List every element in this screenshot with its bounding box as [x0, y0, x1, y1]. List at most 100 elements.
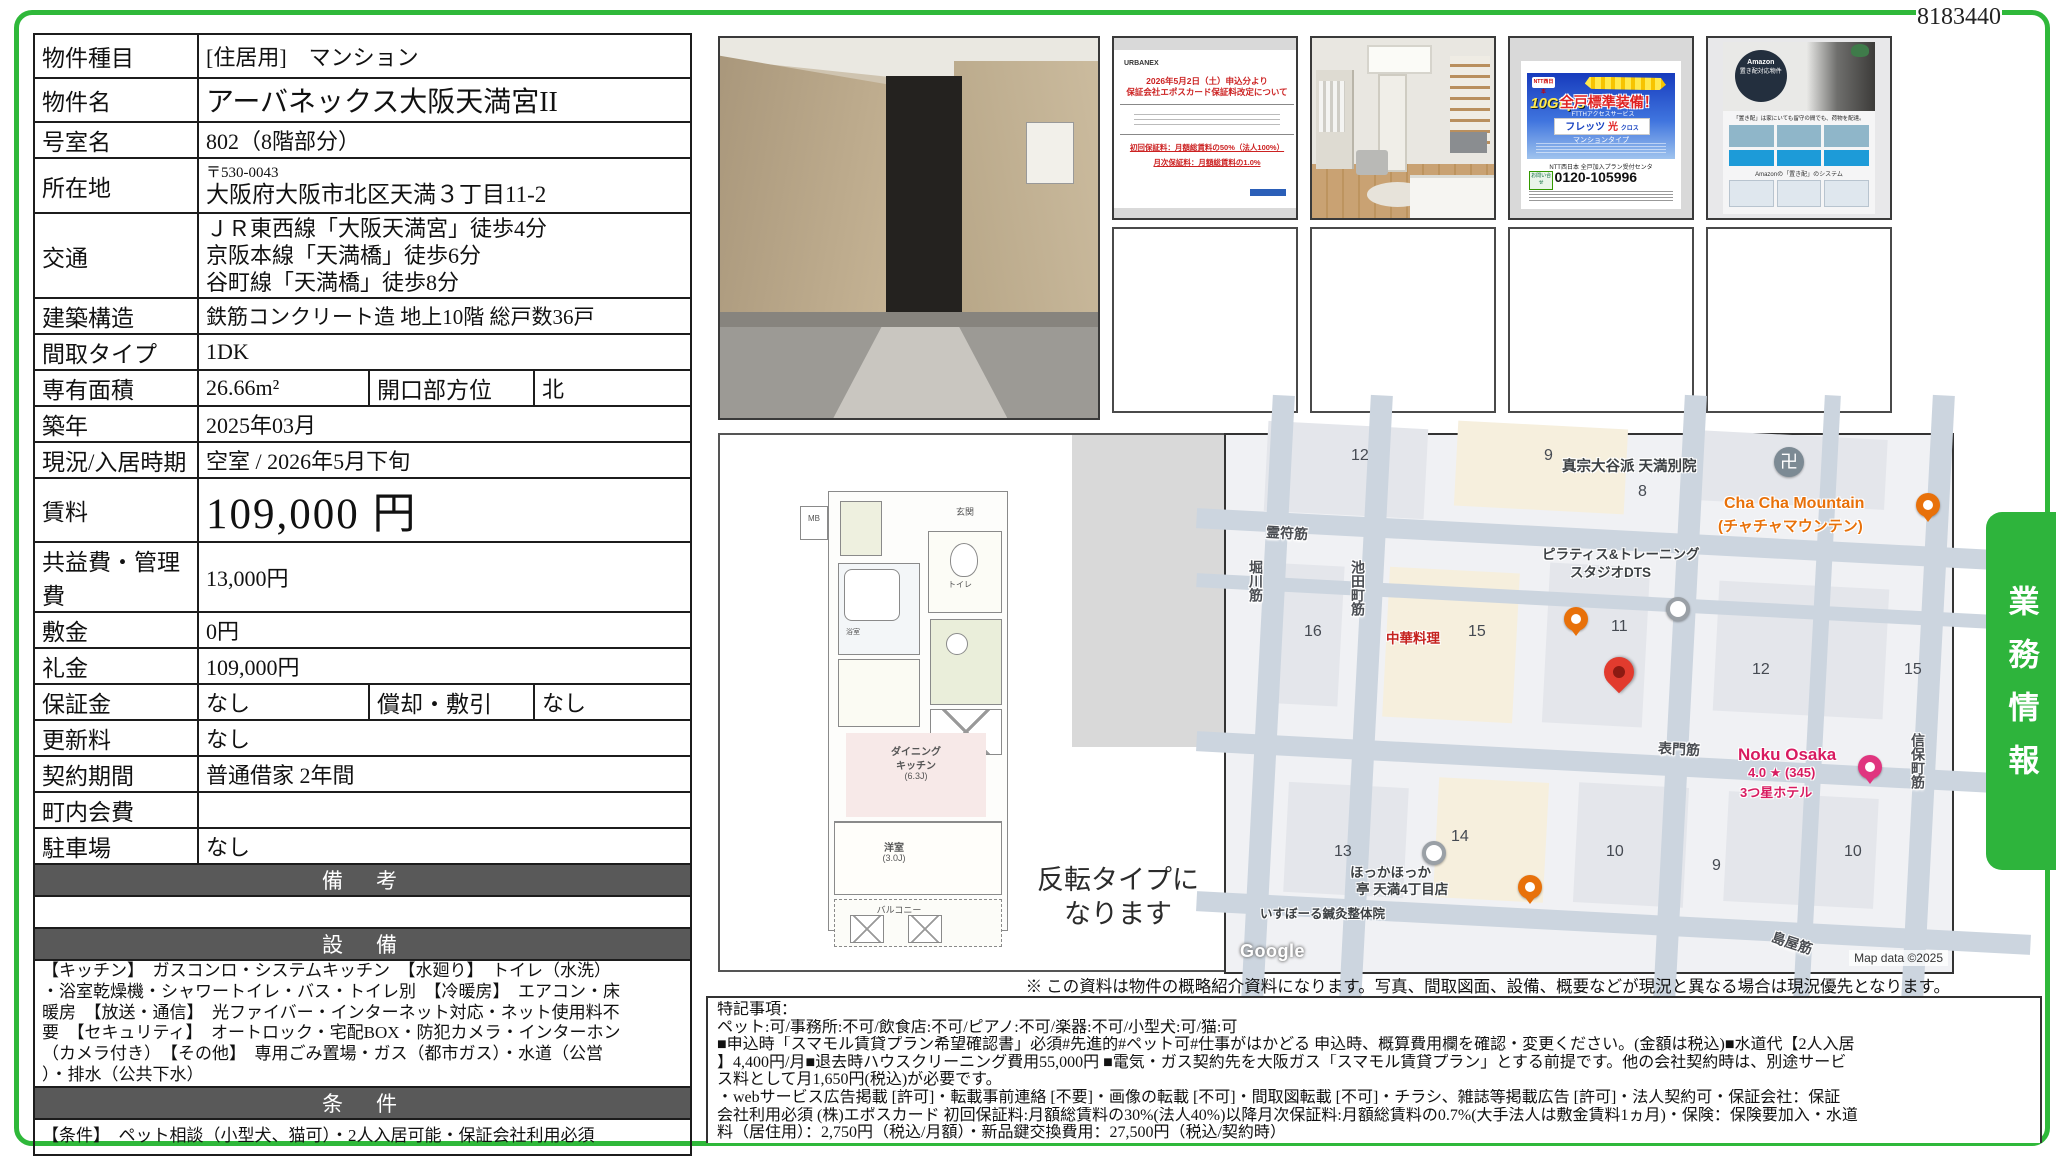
row-label: 保証金: [34, 684, 198, 720]
transit-cell: ＪＲ東西線「大阪天満宮」徒歩4分 京阪本線「天満橋」徒歩6分 谷町線「天満橋」徒…: [198, 213, 691, 298]
balcony-unit: [850, 915, 884, 943]
setsubi-line: ・浴室乾燥機・シャワートイレ・バス・トイレ別 【冷暖房】 エアコン・床: [42, 982, 683, 1003]
balcony-unit: [908, 915, 942, 943]
tokki-line: ■申込時「スマモル賃貸プラン希望確認書」必須#先進的#ペット可#仕事がはかどる …: [717, 1036, 2031, 1054]
row-label: 駐車場: [34, 828, 198, 864]
room-size-label: (3.0J): [834, 853, 954, 863]
sink: [946, 633, 968, 655]
divider: [1120, 134, 1294, 135]
plant-icon: [1851, 44, 1869, 56]
poi-dot-icon: [1666, 597, 1690, 621]
micro-text-lines: [1529, 191, 1673, 203]
closet: [840, 501, 882, 556]
poi-temple: 真宗大谷派 天満別院: [1562, 455, 1697, 476]
row-value: なし: [198, 684, 369, 720]
tokki-line: ス料として月1,650円(税込)が必要です。: [717, 1071, 2031, 1089]
poi-hotel-class: 3つ星ホテル: [1740, 782, 1812, 801]
step-boxes: [1729, 180, 1870, 208]
poi-pilates: ピラティス&トレーニング: [1542, 543, 1699, 563]
main-photo-building-entrance: [718, 36, 1100, 420]
section-header-setsubi: 設 備: [34, 928, 691, 960]
street-label: 表門筋: [1658, 738, 1701, 760]
address: 大阪府大阪市北区天満３丁目11-2: [206, 182, 683, 208]
row-value: 普通借家 2年間: [198, 756, 691, 792]
row-value: なし: [534, 684, 691, 720]
street-label: 堀川筋: [1246, 560, 1266, 602]
fine-print-lines: [1536, 143, 1666, 155]
rent-amount: 109,000 円: [198, 478, 691, 542]
block-number: 15: [1468, 623, 1486, 641]
google-map: 霊符筋 堀川筋 池田町筋 表門筋 信保町筋 島屋筋 12 9 8 16 15 1…: [1224, 433, 1954, 974]
flets-hikari-logo: フレッツ 光 クロス: [1554, 118, 1650, 135]
row-value: [198, 792, 691, 828]
table-section-header: 条 件: [34, 1087, 691, 1119]
street-label: 池田町筋: [1348, 560, 1368, 616]
doc-title-line2: 保証会社エポスカード保証料改定について: [1118, 87, 1296, 98]
table-row: 専有面積 26.66m² 開口部方位 北: [34, 370, 691, 406]
row-label: 建築構造: [34, 298, 198, 334]
row-label: 物件名: [34, 78, 198, 122]
dk-size-label: (6.3J): [846, 771, 986, 781]
temple-manji-icon: 卍: [1774, 447, 1804, 477]
table-row: 物件種目 [住居用] マンション: [34, 34, 691, 78]
tokki-line: ペット:可/事務所:不可/飲食店:不可/ピアノ:不可/楽器:不可/小型犬:可/猫…: [717, 1019, 2031, 1037]
tokki-line: 】4,400円/月■退去時ハウスクリーニング費用55,000円 ■電気・ガス契約…: [717, 1054, 2031, 1072]
urbanex-logo: URBANEX: [1124, 60, 1159, 67]
table-row: 間取タイプ 1DK: [34, 334, 691, 370]
poi-pilates2: スタジオDTS: [1570, 561, 1651, 581]
thumbnail-amazon-flyer: Amazon 置き配対応物件 「置き配」は家にいても留守の間でも、荷物を配達。 …: [1706, 36, 1892, 220]
cafe-pin-icon: [1916, 493, 1940, 517]
photo-signboard: [1026, 122, 1073, 185]
thumbnail-notice-document: URBANEX 2026年5月2日（土）申込分より 保証会社エポスカード保証料改…: [1112, 36, 1298, 220]
photo-clothes: [1319, 81, 1344, 131]
amazon-label: Amazon: [1735, 59, 1787, 66]
table-row: 【キッチン】 ガスコンロ・システムキッチン 【水廻り】 トイレ（水洗） ・浴室乾…: [34, 960, 691, 1087]
street-label: 霊符筋: [1266, 522, 1309, 544]
row-label: 契約期間: [34, 756, 198, 792]
row-label: 賃料: [34, 478, 198, 542]
toilet-bowl: [950, 543, 978, 577]
tokki-line: 特記事項：: [717, 1001, 2031, 1019]
flets-label: フレッツ: [1565, 122, 1605, 133]
thumbnail-ntt-flyer: NTT西日本 10Gbps 全戸標準装備！ FTTHアクセスサービス フレッツ …: [1508, 36, 1694, 220]
table-row: 礼金 109,000円: [34, 648, 691, 684]
okihai-label: 置き配対応物件: [1735, 66, 1787, 75]
tokki-line: ・webサービス広告掲載 [許可]・転載事前連絡 [不要]・画像の転載 [不可]…: [717, 1089, 2031, 1107]
phone-number: 0120-105996: [1555, 169, 1638, 185]
empty-photo-slot: [1112, 227, 1298, 413]
photo-entrance-corridor: [886, 76, 962, 334]
reference-number: 8183440: [1916, 0, 2002, 34]
empty-photo-slot: [1706, 227, 1892, 413]
contact-badge: お問い合せ: [1529, 171, 1553, 191]
row-label: 更新料: [34, 720, 198, 756]
street-label: 信保町筋: [1908, 733, 1928, 789]
hotel-pin-icon: [1858, 755, 1882, 779]
photo-desk: [1450, 132, 1486, 154]
table-row: 賃料 109,000 円: [34, 478, 691, 542]
table-row: 交通 ＪＲ東西線「大阪天満宮」徒歩4分 京阪本線「天満橋」徒歩6分 谷町線「天満…: [34, 213, 691, 298]
row-label: 所在地: [34, 158, 198, 213]
tokki-line: 会社利用必須 (株)エポスカード 初回保証料:月額総賃料の30%(法人40%)以…: [717, 1107, 2031, 1125]
row-value: なし: [198, 828, 691, 864]
tab-gyomu-joho: 業務情報: [1986, 512, 2056, 870]
flyer-page: Amazon 置き配対応物件 「置き配」は家にいても留守の間でも、荷物を配達。 …: [1723, 42, 1876, 215]
blue-boxes: [1729, 150, 1870, 166]
table-row: 築年 2025年03月: [34, 406, 691, 442]
setsubi-line: 【キッチン】 ガスコンロ・システムキッチン 【水廻り】 トイレ（水洗）: [42, 961, 683, 982]
cross-label: クロス: [1621, 126, 1639, 132]
poi-cafe-name2: (チャチャマウンテン): [1718, 515, 1863, 536]
map-block: [1542, 562, 1650, 727]
poi-isuboru: いすぼーる鍼灸整体院: [1260, 903, 1385, 922]
table-row: 契約期間 普通借家 2年間: [34, 756, 691, 792]
system-heading: Amazonの「置き配」のシステム: [1723, 169, 1876, 178]
setsubi-line: ）・排水（公共下水）: [42, 1065, 683, 1086]
row-value: [住居用] マンション: [198, 34, 691, 78]
toilet-label: トイレ: [948, 579, 972, 590]
table-row: 号室名 802（8階部分）: [34, 122, 691, 158]
poi-hokka2: 亭 天満4丁目店: [1356, 878, 1448, 898]
google-logo: Google: [1240, 941, 1305, 962]
table-section-header: 備 考: [34, 864, 691, 896]
block-number: 16: [1304, 623, 1322, 641]
table-row: 保証金 なし 償却・敷引 なし: [34, 684, 691, 720]
special-notes-box: 特記事項： ペット:可/事務所:不可/飲食店:不可/ピアノ:不可/楽器:不可/小…: [706, 996, 2042, 1143]
